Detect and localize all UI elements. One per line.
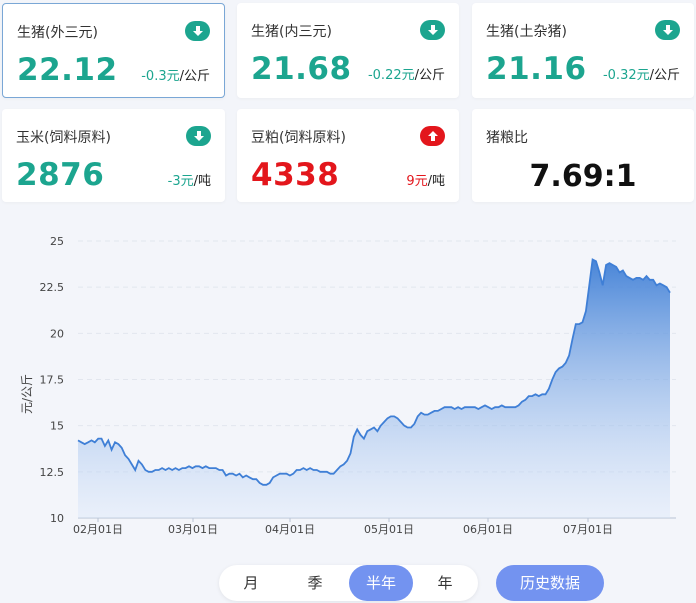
card-label: 生猪(外三元) <box>17 25 98 41</box>
tab-quarter[interactable]: 季 <box>283 565 347 601</box>
card-change: -3元/吨 <box>167 174 211 189</box>
y-tick-label: 10 <box>50 512 64 525</box>
card-value: 2876 <box>16 157 105 193</box>
y-tick-label: 22.5 <box>40 281 65 294</box>
card-label: 豆粕(饲料原料) <box>251 130 346 146</box>
price-card-pig-native[interactable]: 生猪(土杂猪) 21.16 -0.32元/公斤 <box>472 3 694 98</box>
y-tick-label: 12.5 <box>40 466 65 479</box>
price-card-soymeal[interactable]: 豆粕(饲料原料) 4338 9元/吨 <box>237 109 459 202</box>
card-change: -0.3元/公斤 <box>141 69 210 84</box>
card-label: 生猪(土杂猪) <box>486 24 567 40</box>
price-area <box>78 259 670 518</box>
y-tick-label: 17.5 <box>40 374 65 387</box>
price-card-pig-outer[interactable]: 生猪(外三元) 22.12 -0.3元/公斤 <box>2 3 225 98</box>
arrow-down-circle-icon <box>655 20 680 40</box>
card-change: -0.32元/公斤 <box>602 68 680 83</box>
x-tick-label: 04月01日 <box>265 523 315 536</box>
y-tick-label: 25 <box>50 235 64 248</box>
ratio-value: 7.69:1 <box>529 159 637 194</box>
card-value: 4338 <box>251 157 340 193</box>
arrow-down-circle-icon <box>420 20 445 40</box>
card-value: 22.12 <box>17 52 118 88</box>
x-tick-label: 05月01日 <box>364 523 414 536</box>
tab-half-year[interactable]: 半年 <box>349 565 413 601</box>
arrow-down-circle-icon <box>186 126 211 146</box>
card-label: 生猪(内三元) <box>251 24 332 40</box>
x-tick-label: 06月01日 <box>463 523 513 536</box>
card-label: 玉米(饲料原料) <box>16 130 111 146</box>
pig-grain-ratio-card[interactable]: 猪粮比 7.69:1 <box>472 109 694 202</box>
card-value: 21.16 <box>486 51 587 87</box>
y-tick-label: 20 <box>50 327 64 340</box>
arrow-down-circle-icon <box>185 21 210 41</box>
card-label: 猪粮比 <box>486 130 528 146</box>
card-change: 9元/吨 <box>406 174 445 189</box>
price-card-corn[interactable]: 玉米(饲料原料) 2876 -3元/吨 <box>2 109 225 202</box>
card-change: -0.22元/公斤 <box>367 68 445 83</box>
price-trend-chart: 10 12.5 15 17.5 20 22.5 25 02月01日 03月01日 04月01日 0… <box>20 235 676 536</box>
price-card-pig-inner[interactable]: 生猪(内三元) 21.68 -0.22元/公斤 <box>237 3 459 98</box>
period-tabs: 月 季 半年 年 <box>219 565 478 601</box>
history-data-button[interactable]: 历史数据 <box>496 565 604 601</box>
tab-year[interactable]: 年 <box>413 565 477 601</box>
card-value: 21.68 <box>251 51 352 87</box>
x-tick-label: 02月01日 <box>73 523 123 536</box>
tab-month[interactable]: 月 <box>219 565 283 601</box>
y-tick-label: 15 <box>50 420 64 433</box>
arrow-up-circle-icon <box>420 126 445 146</box>
x-tick-label: 03月01日 <box>168 523 218 536</box>
x-tick-label: 07月01日 <box>563 523 613 536</box>
y-axis-label: 元/公斤 <box>20 374 34 414</box>
